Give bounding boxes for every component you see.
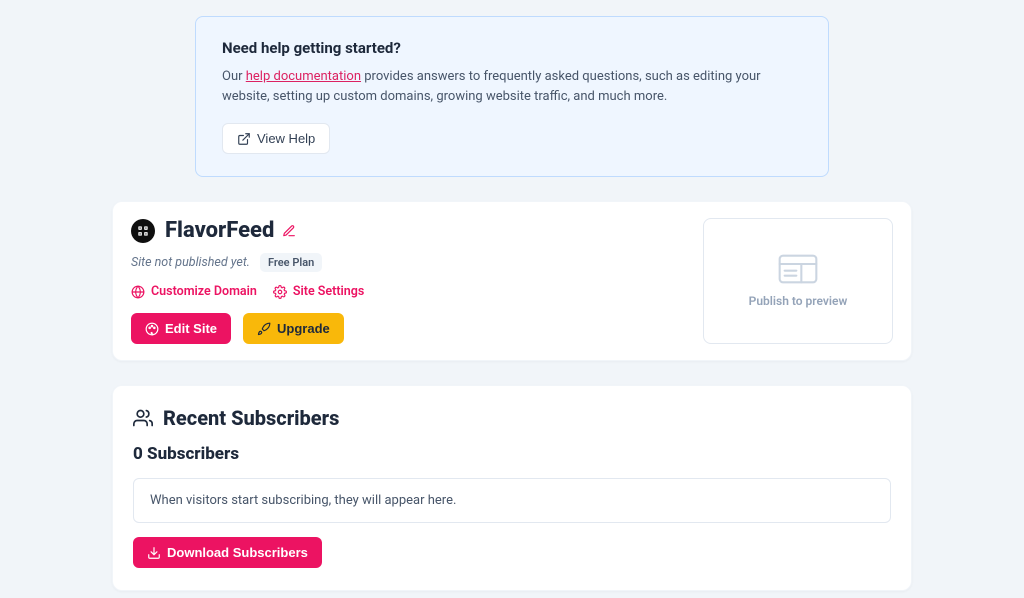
help-documentation-link[interactable]: help documentation [246, 69, 361, 84]
download-icon [147, 546, 161, 560]
site-status: Site not published yet. [131, 255, 250, 270]
gear-icon [273, 285, 287, 299]
preview-panel-label: Publish to preview [749, 294, 848, 308]
edit-site-label: Edit Site [165, 321, 217, 336]
help-banner: Need help getting started? Our help docu… [195, 16, 829, 177]
plan-badge: Free Plan [260, 253, 322, 272]
subscribers-count: 0 Subscribers [133, 444, 891, 464]
download-subscribers-button[interactable]: Download Subscribers [133, 537, 322, 568]
view-help-label: View Help [257, 131, 315, 146]
pencil-icon [282, 224, 296, 238]
preview-panel: Publish to preview [703, 218, 893, 344]
browser-window-icon [778, 254, 818, 284]
view-help-button[interactable]: View Help [222, 123, 330, 154]
site-settings-label: Site Settings [293, 284, 364, 299]
site-settings-link[interactable]: Site Settings [273, 284, 364, 299]
rocket-icon [257, 322, 271, 336]
site-avatar [131, 219, 155, 243]
subscribers-card: Recent Subscribers 0 Subscribers When vi… [112, 385, 912, 591]
external-link-icon [237, 132, 251, 146]
palette-icon [145, 322, 159, 336]
subscribers-heading: Recent Subscribers [163, 406, 339, 430]
help-banner-title: Need help getting started? [222, 39, 802, 57]
edit-site-name-button[interactable] [282, 224, 296, 238]
customize-domain-label: Customize Domain [151, 284, 257, 299]
help-banner-body: Our help documentation provides answers … [222, 67, 802, 107]
help-body-prefix: Our [222, 69, 246, 84]
download-subscribers-label: Download Subscribers [167, 545, 308, 560]
users-icon [133, 408, 153, 428]
site-card: FlavorFeed Site not published yet. Free … [112, 201, 912, 361]
edit-site-button[interactable]: Edit Site [131, 313, 231, 344]
site-name: FlavorFeed [165, 218, 274, 243]
customize-domain-link[interactable]: Customize Domain [131, 284, 257, 299]
subscribers-empty-state: When visitors start subscribing, they wi… [133, 478, 891, 523]
upgrade-label: Upgrade [277, 321, 330, 336]
avatar-icon [136, 224, 150, 238]
globe-icon [131, 285, 145, 299]
upgrade-button[interactable]: Upgrade [243, 313, 344, 344]
